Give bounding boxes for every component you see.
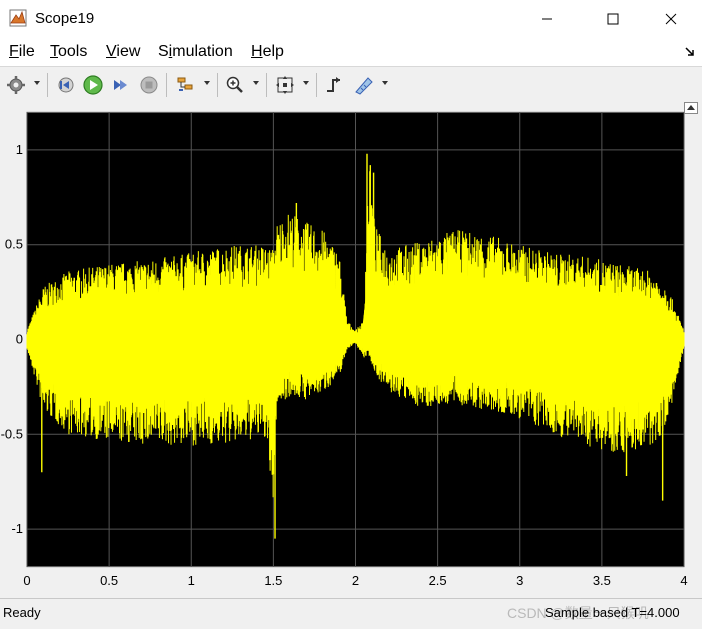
y-tick-label: -0.5 <box>1 426 23 441</box>
x-tick-label: 3 <box>516 573 523 588</box>
y-tick-label: 0 <box>16 332 23 347</box>
signal-selector-button[interactable] <box>173 73 197 97</box>
menu-simulation-rest: mulation <box>172 43 233 60</box>
menu-tools-mnemonic: T <box>50 43 58 60</box>
zoom-dropdown-arrow[interactable] <box>253 81 259 85</box>
scope-display-panel: 0 0.5 1 1.5 2 2.5 3 3.5 4 1 0.5 0 -0.5 -1 <box>0 102 702 598</box>
fit-to-view-button[interactable] <box>273 73 297 97</box>
maximize-button[interactable] <box>590 0 636 38</box>
status-bar: Ready CSDN @数量一只猴叽 Sample based T=4.000 <box>0 598 702 629</box>
toolbar-separator <box>266 73 267 97</box>
step-back-button[interactable] <box>53 73 77 97</box>
minimize-button[interactable] <box>524 0 570 38</box>
signal-selector-icon <box>177 77 193 91</box>
step-forward-button[interactable] <box>108 73 132 97</box>
sample-time-readout: Sample based T=4.000 <box>545 605 680 620</box>
stop-icon <box>140 76 158 94</box>
measurements-button[interactable] <box>352 73 376 97</box>
measurements-dropdown-arrow[interactable] <box>382 81 388 85</box>
menu-help[interactable]: Help <box>251 43 284 61</box>
window-title: Scope19 <box>35 10 95 27</box>
settings-dropdown-arrow[interactable] <box>34 81 40 85</box>
menu-view-mnemonic: V <box>106 43 117 60</box>
matlab-scope-icon <box>9 9 27 27</box>
status-text: Ready <box>3 605 41 620</box>
menu-tools[interactable]: Tools <box>50 43 87 61</box>
signal-selector-dropdown-arrow[interactable] <box>204 81 210 85</box>
x-tick-label: 2.5 <box>429 573 447 588</box>
menu-view-rest: iew <box>116 43 141 60</box>
triggers-button[interactable] <box>322 73 346 97</box>
menu-tools-rest: ools <box>58 43 88 60</box>
toolbar-separator <box>316 73 317 97</box>
x-tick-label: 0.5 <box>100 573 118 588</box>
x-tick-label: 2 <box>352 573 359 588</box>
run-button[interactable] <box>81 73 105 97</box>
toolbar <box>0 66 702 103</box>
settings-button[interactable] <box>4 73 28 97</box>
y-tick-label: -1 <box>11 521 23 536</box>
menu-help-rest: elp <box>262 43 284 60</box>
menu-file-rest: ile <box>18 43 35 60</box>
title-bar: Scope19 <box>0 0 702 38</box>
menu-view[interactable]: View <box>106 43 140 61</box>
run-icon <box>83 75 103 95</box>
maximize-icon <box>607 13 619 25</box>
dock-arrow-icon[interactable] <box>684 46 696 58</box>
measurements-icon <box>355 77 373 95</box>
zoom-in-icon <box>226 76 243 93</box>
close-icon <box>665 13 677 25</box>
zoom-button[interactable] <box>223 73 247 97</box>
toolbar-separator <box>47 73 48 97</box>
step-forward-icon <box>114 80 127 90</box>
menu-bar: File Tools View Simulation Help <box>0 38 702 66</box>
toolbar-separator <box>217 73 218 97</box>
x-tick-label: 1 <box>188 573 195 588</box>
menu-simulation-pre: S <box>158 43 169 60</box>
menu-file[interactable]: File <box>9 43 35 61</box>
menu-simulation[interactable]: Simulation <box>158 43 233 61</box>
stop-button[interactable] <box>137 73 161 97</box>
fit-to-view-icon <box>276 76 294 94</box>
scope-plot[interactable]: 0 0.5 1 1.5 2 2.5 3 3.5 4 1 0.5 0 -0.5 -1 <box>0 102 702 598</box>
x-tick-label: 1.5 <box>264 573 282 588</box>
triggers-icon <box>327 77 340 92</box>
x-tick-label: 4 <box>680 573 687 588</box>
expand-toolbar-icon[interactable] <box>684 102 698 114</box>
close-button[interactable] <box>648 0 694 38</box>
settings-gear-icon <box>7 76 25 94</box>
minimize-icon <box>542 18 552 20</box>
y-tick-label: 1 <box>16 142 23 157</box>
y-tick-label: 0.5 <box>5 237 23 252</box>
menu-help-mnemonic: H <box>251 43 263 60</box>
x-tick-label: 0 <box>23 573 30 588</box>
x-tick-label: 3.5 <box>593 573 611 588</box>
toolbar-separator <box>166 73 167 97</box>
menu-file-mnemonic: F <box>9 43 19 60</box>
fit-to-view-dropdown-arrow[interactable] <box>303 81 309 85</box>
step-back-icon <box>58 77 74 93</box>
